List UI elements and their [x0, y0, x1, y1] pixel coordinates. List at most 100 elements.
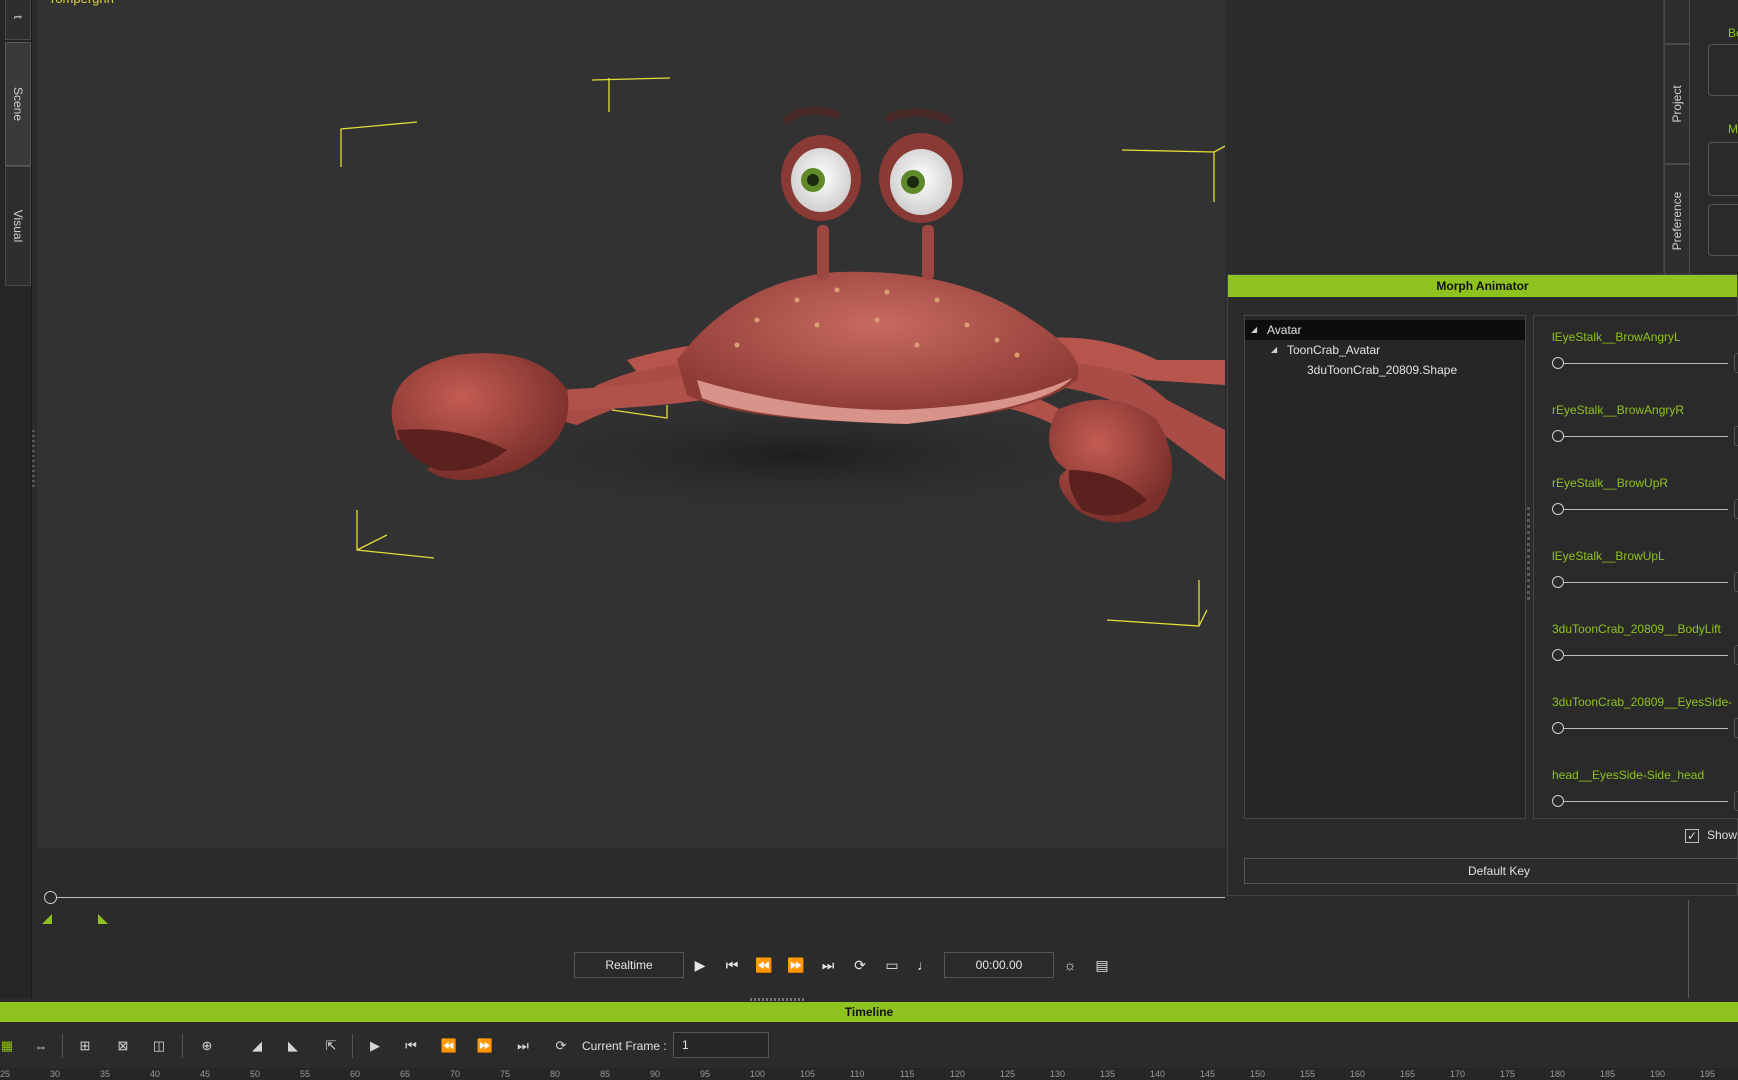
timeline-ruler[interactable]: 25 30 35 40 45 50 55 60 65 70 75 80 85 90 95 100 105 110 1…	[0, 1068, 1738, 1080]
ruler-tick-label: 60	[350, 1069, 361, 1079]
morph-slider-thumb[interactable]	[1552, 795, 1564, 807]
morph-value-field[interactable]	[1734, 499, 1738, 519]
ruler-tick-label: 130	[1050, 1069, 1066, 1079]
panel-title[interactable]: Morph Animator	[1228, 275, 1737, 297]
morph-slider-track[interactable]	[1558, 363, 1728, 364]
loop-icon[interactable]: ⟳	[548, 1034, 574, 1058]
ruler-tick-label: 35	[100, 1069, 111, 1079]
go-to-end-icon[interactable]: ⏭	[812, 952, 844, 978]
timeline-title[interactable]: Timeline	[0, 1002, 1738, 1022]
ruler-tick-label: 195	[1700, 1069, 1716, 1079]
ruler-tick-label: 30	[50, 1069, 61, 1079]
expand-icon[interactable]: ◢	[1271, 340, 1277, 360]
morph-slider-track[interactable]	[1558, 436, 1728, 437]
ruler-tick-label: 125	[1000, 1069, 1016, 1079]
ruler-tick-label: 145	[1200, 1069, 1216, 1079]
tab-t[interactable]: t	[5, 0, 31, 40]
add-track-icon[interactable]: ⊞	[72, 1034, 98, 1058]
tree-item-label: ToonCrab_Avatar	[1287, 343, 1381, 357]
morph-slider-thumb[interactable]	[1552, 430, 1564, 442]
crab-scene	[340, 77, 1225, 627]
right-side-tabs: Project Preference	[1663, 0, 1690, 278]
expand-icon[interactable]: ◢	[1251, 320, 1257, 340]
ruler-tick-label: 55	[300, 1069, 311, 1079]
tab-label: Visual	[11, 209, 25, 243]
toolbar-separator	[352, 1034, 353, 1058]
time-slider[interactable]	[37, 885, 1225, 925]
morph-value-field[interactable]	[1734, 791, 1738, 811]
next-frame-icon[interactable]: ⏩	[472, 1034, 498, 1058]
default-key-button[interactable]: Default Key	[1244, 858, 1738, 884]
previous-frame-icon[interactable]: ⏪	[436, 1034, 462, 1058]
morph-value-field[interactable]	[1734, 353, 1738, 373]
tab-preference[interactable]: Preference	[1664, 164, 1690, 278]
morph-slider-thumb[interactable]	[1552, 576, 1564, 588]
right-panel-box[interactable]	[1708, 44, 1738, 96]
morph-value-field[interactable]	[1734, 718, 1738, 738]
ruler-tick-label: 170	[1450, 1069, 1466, 1079]
morph-slider-track[interactable]	[1558, 728, 1728, 729]
show-checkbox[interactable]: ✓	[1685, 829, 1699, 843]
zoom-icon[interactable]: ⊕	[194, 1034, 220, 1058]
ruler-tick-label: 95	[700, 1069, 711, 1079]
time-slider-thumb[interactable]	[44, 891, 57, 904]
go-to-end-icon[interactable]: ⏭	[510, 1034, 536, 1058]
go-to-start-icon[interactable]: ⏮	[716, 952, 748, 978]
tree-item-shape[interactable]: 3duToonCrab_20809.Shape	[1245, 360, 1525, 380]
range-end-marker[interactable]	[98, 914, 108, 924]
morph-value-field[interactable]	[1734, 645, 1738, 665]
ruler-tick-label: 120	[950, 1069, 966, 1079]
left-panel-splitter[interactable]	[32, 430, 35, 490]
morph-value-field[interactable]	[1734, 572, 1738, 592]
morph-slider-thumb[interactable]	[1552, 503, 1564, 515]
mark-in-icon[interactable]: ◢	[244, 1034, 270, 1058]
brow-right	[885, 108, 953, 124]
tab-top[interactable]	[1664, 0, 1690, 44]
timeline-resize-grip[interactable]	[750, 998, 806, 1001]
tab-visual[interactable]: Visual	[5, 166, 31, 286]
ruler-tick-label: 115	[900, 1069, 915, 1079]
play-icon[interactable]: ▶	[362, 1034, 388, 1058]
brightness-icon[interactable]: ☼	[1054, 952, 1086, 978]
morph-slider-thumb[interactable]	[1552, 649, 1564, 661]
mark-out-icon[interactable]: ◣	[280, 1034, 306, 1058]
morph-slider-track[interactable]	[1558, 509, 1728, 510]
right-panel-box[interactable]	[1708, 142, 1738, 196]
current-frame-input[interactable]: 1	[673, 1032, 769, 1058]
ruler-tick-label: 185	[1600, 1069, 1616, 1079]
loop-icon[interactable]: ⟳	[844, 952, 876, 978]
previous-frame-icon[interactable]: ⏪	[748, 952, 780, 978]
subtitle-icon[interactable]: ▭	[876, 952, 908, 978]
split-icon[interactable]: ◫	[146, 1034, 172, 1058]
morph-slider-thumb[interactable]	[1552, 722, 1564, 734]
morph-value-field[interactable]	[1734, 426, 1738, 446]
next-frame-icon[interactable]: ⏩	[780, 952, 812, 978]
fit-icon[interactable]: ⇔	[28, 1034, 54, 1058]
export-range-icon[interactable]: ⇱	[318, 1034, 344, 1058]
right-panel-box[interactable]	[1708, 204, 1738, 256]
time-display[interactable]: 00:00.00	[944, 952, 1054, 978]
ruler-tick-label: 70	[450, 1069, 461, 1079]
panel-toggle-icon[interactable]: ▤	[1086, 952, 1118, 978]
panel-splitter[interactable]	[1527, 507, 1530, 602]
playback-mode-select[interactable]: Realtime	[574, 952, 684, 978]
tab-scene[interactable]: Scene	[5, 42, 31, 166]
go-to-start-icon[interactable]: ⏮	[398, 1034, 424, 1058]
track-view-icon[interactable]: ▦	[0, 1034, 20, 1058]
music-note-icon[interactable]: ♩	[908, 952, 940, 978]
tab-project[interactable]: Project	[1664, 44, 1690, 164]
time-slider-track	[51, 897, 1225, 898]
range-start-marker[interactable]	[42, 914, 52, 924]
tree-item-avatar[interactable]: ◢ Avatar	[1245, 320, 1525, 340]
3d-viewport[interactable]: rompergnn	[37, 0, 1225, 848]
tree-item-tooncrab-avatar[interactable]: ◢ ToonCrab_Avatar	[1245, 340, 1525, 360]
morph-slider-track[interactable]	[1558, 582, 1728, 583]
morph-slider-thumb[interactable]	[1552, 357, 1564, 369]
ruler-tick-label: 45	[200, 1069, 211, 1079]
morph-slider-list: lEyeStalk__BrowAngryL rEyeStalk__BrowAng…	[1533, 315, 1738, 819]
morph-slider-track[interactable]	[1558, 655, 1728, 656]
morph-slider-track[interactable]	[1558, 801, 1728, 802]
ruler-tick-label: 180	[1550, 1069, 1566, 1079]
remove-track-icon[interactable]: ⊠	[110, 1034, 136, 1058]
play-icon[interactable]: ▶	[684, 952, 716, 978]
